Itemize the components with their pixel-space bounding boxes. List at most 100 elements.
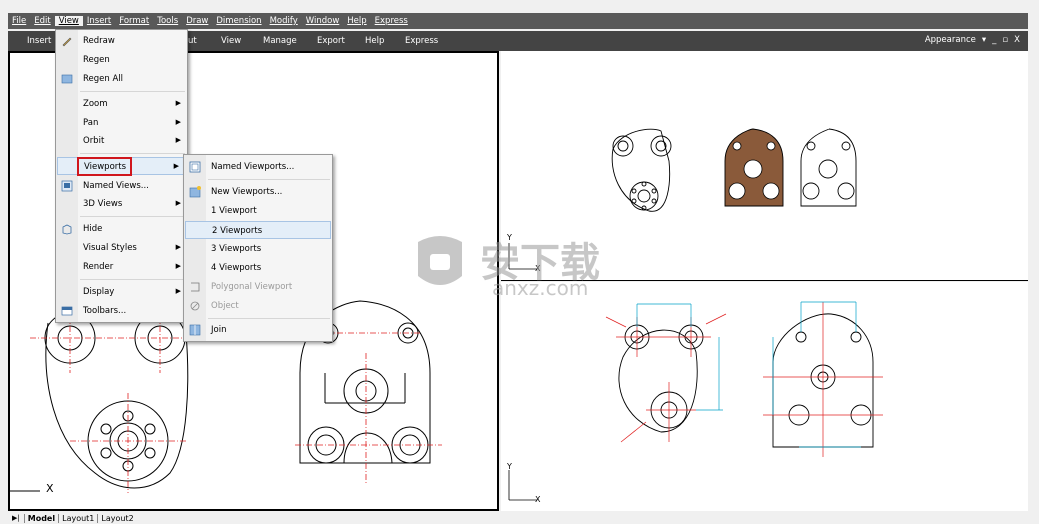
menu-item-label: Pan [83,118,99,128]
menu-insert[interactable]: Insert [83,16,115,26]
menu-item-label: Regen [83,55,110,65]
menu-item-orbit[interactable]: Orbit ▶ [56,132,187,150]
toolbars-icon [61,306,73,316]
minimize-icon[interactable]: _ [992,35,996,45]
menu-view[interactable]: View [54,16,83,26]
menu-item-label: 1 Viewport [211,206,257,216]
ribbon-tab-view[interactable]: View [221,36,241,46]
submenu-item-1-viewport[interactable]: 1 Viewport [184,202,332,220]
submenu-item-named-viewports[interactable]: Named Viewports... [184,158,332,176]
ribbon-tab-help[interactable]: Help [365,36,384,46]
menu-item-label: Join [211,325,227,335]
menu-item-display[interactable]: Display ▶ [56,283,187,301]
menu-item-visual-styles[interactable]: Visual Styles ▶ [56,239,187,257]
named-viewports-icon [189,161,201,173]
submenu-arrow-icon: ▶ [175,262,181,270]
close-icon[interactable]: X [1014,35,1020,45]
named-views-icon [61,180,73,192]
menu-item-label: Hide [83,224,103,234]
menu-item-named-views[interactable]: Named Views... [56,177,187,195]
menu-item-zoom[interactable]: Zoom ▶ [56,95,187,113]
tab-scroll-icon[interactable]: ▶| [8,514,24,522]
menu-item-redraw[interactable]: Redraw [56,32,187,50]
submenu-item-new-viewports[interactable]: New Viewports... [184,183,332,201]
submenu-arrow-icon: ▶ [175,199,181,207]
menu-item-3d-views[interactable]: 3D Views ▶ [56,195,187,213]
menu-item-label: 3 Viewports [211,244,262,254]
viewports-highlight-box [77,157,132,176]
menu-item-label: Redraw [83,36,115,46]
menu-item-label: 2 Viewports [212,226,263,236]
menu-file[interactable]: File [8,16,30,26]
regen-all-icon [61,74,73,84]
menu-format[interactable]: Format [115,16,153,26]
menu-bar: File Edit View Insert Format Tools Draw … [8,13,1028,29]
menu-item-label: Render [83,262,114,272]
menu-draw[interactable]: Draw [182,16,212,26]
viewport-bottom-right[interactable]: Y X [501,282,1028,511]
menu-item-regen-all[interactable]: Regen All [56,70,187,88]
layout-tab-bar: ▶| Model Layout1 Layout2 [8,512,1028,524]
ribbon-tab-express[interactable]: Express [405,36,438,46]
menu-help[interactable]: Help [343,16,370,26]
menu-express[interactable]: Express [371,16,412,26]
menu-tools[interactable]: Tools [153,16,182,26]
viewports-submenu: Named Viewports... New Viewports... 1 Vi… [183,154,333,342]
menu-item-label: Named Viewports... [211,162,295,172]
menu-item-label: Regen All [83,74,124,84]
menu-item-label: 3D Views [83,199,123,209]
menu-item-render[interactable]: Render ▶ [56,258,187,276]
submenu-arrow-icon: ▶ [175,118,181,126]
watermark-shield-icon [418,236,462,285]
submenu-item-join[interactable]: Join [184,321,332,339]
menu-item-label: Zoom [83,99,108,109]
new-viewports-icon [189,186,201,198]
y-axis-label-bottom: Y [507,462,512,471]
tab-layout1[interactable]: Layout1 [58,513,97,523]
ribbon-tab-manage[interactable]: Manage [263,36,297,46]
workspace-selector[interactable]: Appearance [925,35,976,45]
menu-window[interactable]: Window [302,16,344,26]
submenu-item-3-viewports[interactable]: 3 Viewports [184,240,332,258]
ribbon-tab-insert[interactable]: Insert [27,36,51,46]
menu-item-label: Object [211,301,239,311]
tab-layout2[interactable]: Layout2 [97,513,136,523]
submenu-item-4-viewports[interactable]: 4 Viewports [184,259,332,277]
tab-model[interactable]: Model [23,513,58,523]
menu-separator [208,318,330,319]
submenu-arrow-icon: ▶ [175,99,181,107]
menu-item-label: Visual Styles [83,243,137,253]
submenu-item-polygonal-viewport[interactable]: Polygonal Viewport [184,278,332,296]
ribbon-tab-layout[interactable]: ut [188,36,197,46]
menu-separator [80,153,185,154]
view-menu: Redraw Regen Regen All Zoom ▶ Pan ▶ Orbi… [55,29,188,323]
menu-item-pan[interactable]: Pan ▶ [56,114,187,132]
x-axis-label-bottom: X [535,495,541,504]
menu-dimension[interactable]: Dimension [212,16,265,26]
submenu-arrow-icon: ▶ [175,243,181,251]
submenu-arrow-icon: ▶ [175,287,181,295]
bottom-right-drawing [508,301,883,501]
menu-item-label: Display [83,287,115,297]
x-axis-label: X [46,482,54,495]
menu-item-hide[interactable]: Hide [56,220,187,238]
submenu-item-2-viewports[interactable]: 2 Viewports [185,221,331,239]
restore-icon[interactable]: ▫ [1002,35,1008,45]
join-icon [189,324,201,336]
submenu-arrow-icon: ▶ [175,136,181,144]
menu-item-label: New Viewports... [211,187,283,197]
menu-item-regen[interactable]: Regen [56,51,187,69]
object-icon [190,301,200,311]
chevron-down-icon[interactable]: ▾ [982,35,986,45]
menu-item-label: Orbit [83,136,105,146]
watermark-subtext: anxz.com [492,276,589,300]
submenu-item-object[interactable]: Object [184,297,332,315]
menu-item-toolbars[interactable]: Toolbars... [56,302,187,320]
menu-separator [80,91,185,92]
menu-item-label: Polygonal Viewport [211,282,293,292]
menu-item-label: Toolbars... [83,306,127,316]
ribbon-tab-export[interactable]: Export [317,36,345,46]
menu-modify[interactable]: Modify [266,16,302,26]
polygonal-viewport-icon [191,282,200,292]
menu-edit[interactable]: Edit [30,16,54,26]
